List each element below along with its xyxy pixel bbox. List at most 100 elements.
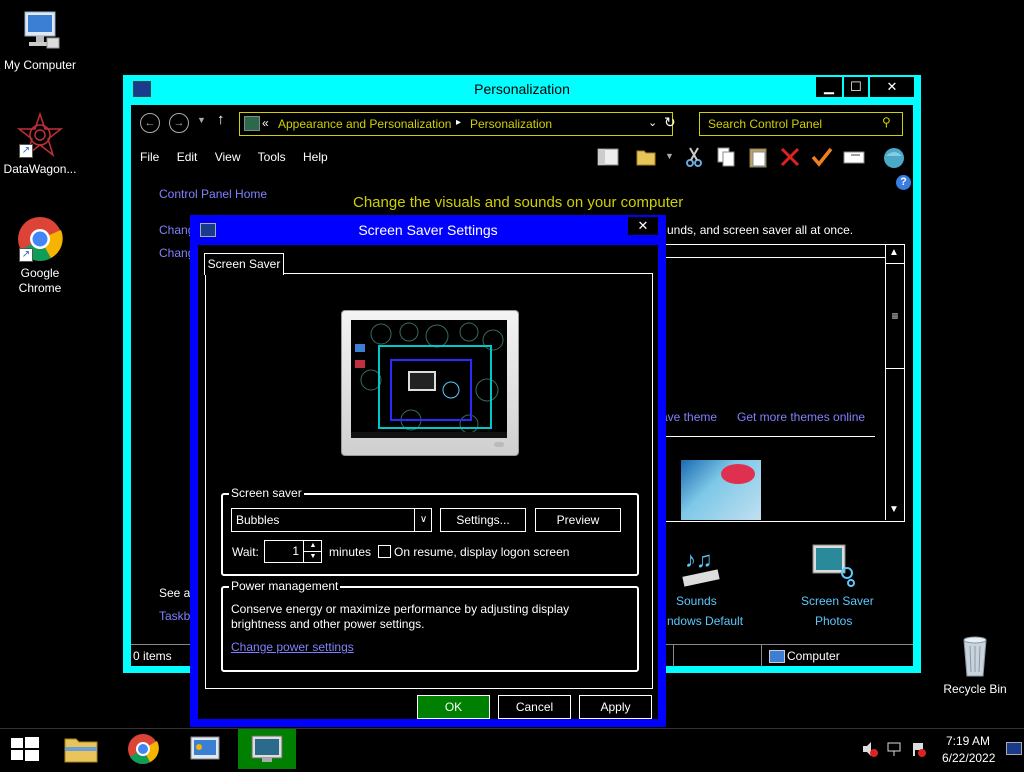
- menu-edit[interactable]: Edit: [177, 150, 198, 164]
- clock-date[interactable]: 6/22/2022: [942, 751, 995, 765]
- tab-screen-saver[interactable]: Screen Saver: [204, 253, 284, 275]
- sounds-item-subtitle: ndows Default: [667, 614, 744, 628]
- theme-list-separator: [661, 257, 885, 258]
- address-bar[interactable]: « Appearance and Personalization ▸ Perso…: [239, 112, 676, 136]
- control-panel-home-link[interactable]: Control Panel Home: [159, 187, 267, 201]
- breadcrumb-appearance[interactable]: Appearance and Personalization: [278, 117, 451, 131]
- recent-pages-dropdown[interactable]: ▼: [197, 115, 206, 125]
- breadcrumb-personalization[interactable]: Personalization: [470, 117, 552, 131]
- address-dropdown-icon[interactable]: ⌄: [648, 116, 657, 129]
- chrome-taskbar-button[interactable]: [114, 729, 172, 769]
- action-center-flag-icon[interactable]: [910, 741, 926, 757]
- tab-panel: Screen saver Bubbles ∨ Settings... Previ…: [205, 273, 653, 689]
- wait-label: Wait:: [232, 545, 259, 559]
- forward-button[interactable]: →: [169, 113, 189, 133]
- minimize-button[interactable]: ▁: [816, 77, 842, 97]
- cut-icon[interactable]: [683, 146, 705, 168]
- preview-button[interactable]: Preview: [535, 508, 621, 532]
- layout-icon[interactable]: [597, 146, 619, 168]
- scroll-down-icon[interactable]: ▼: [889, 504, 899, 515]
- taskbar-link[interactable]: Taskb: [159, 609, 190, 623]
- shortcut-arrow-icon: ↗: [19, 144, 33, 158]
- screen-saver-icon[interactable]: [809, 541, 857, 589]
- screen-saver-item-title[interactable]: Screen Saver: [801, 594, 874, 608]
- desktop-icon-datawagon[interactable]: ↗ DataWagon...: [0, 111, 80, 177]
- vertical-scrollbar[interactable]: ▲ ≡ ▼: [885, 245, 904, 520]
- start-button[interactable]: [0, 729, 58, 769]
- sounds-icon[interactable]: ♪♫: [681, 545, 725, 589]
- resume-checkbox[interactable]: [378, 545, 391, 558]
- control-panel-taskbar-button[interactable]: [176, 729, 234, 769]
- dialog-body: Screen Saver Screen saver Bubbles ∨ Sett…: [198, 245, 658, 719]
- properties-check-icon[interactable]: [811, 146, 833, 168]
- folder-view-icon[interactable]: [635, 146, 657, 168]
- desktop-icon-recycle-bin[interactable]: Recycle Bin: [935, 632, 1015, 697]
- power-group-label: Power management: [229, 579, 341, 593]
- desktop-icon-google-chrome[interactable]: ↗ Google Chrome: [0, 216, 80, 296]
- cancel-button[interactable]: Cancel: [498, 695, 571, 719]
- scroll-up-icon[interactable]: ▲: [889, 247, 899, 258]
- volume-muted-icon[interactable]: [862, 741, 878, 757]
- wait-value[interactable]: 1: [292, 544, 299, 558]
- help-icon[interactable]: ?: [896, 175, 911, 190]
- stepper-down-icon[interactable]: ▼: [303, 552, 322, 562]
- up-button[interactable]: ↑: [217, 111, 225, 128]
- search-box[interactable]: Search Control Panel ⚲: [699, 112, 903, 136]
- back-button[interactable]: ←: [140, 113, 160, 133]
- rename-icon[interactable]: [843, 146, 865, 168]
- theme-list: ave theme Get more themes online ▲ ≡ ▼: [661, 244, 905, 522]
- status-computer-icon: [769, 650, 785, 663]
- page-subheading: unds, and screen saver all at once.: [667, 223, 854, 237]
- view-dropdown-icon[interactable]: ▼: [665, 151, 674, 161]
- search-input[interactable]: Search Control Panel: [708, 117, 822, 131]
- ok-button[interactable]: OK: [417, 695, 490, 719]
- menu-file[interactable]: File: [140, 150, 159, 164]
- paste-icon[interactable]: [747, 146, 769, 168]
- see-also-label: See al: [159, 586, 194, 600]
- globe-icon[interactable]: [883, 146, 905, 168]
- stepper-up-icon[interactable]: ▲: [303, 541, 322, 552]
- sounds-item-title[interactable]: Sounds: [676, 594, 717, 608]
- settings-button[interactable]: Settings...: [440, 508, 526, 532]
- refresh-icon[interactable]: ↻: [664, 114, 676, 131]
- status-items-count: 0 items: [133, 649, 172, 663]
- screen-saver-group: Screen saver Bubbles ∨ Settings... Previ…: [221, 486, 639, 576]
- theme-thumbnail-flower: [721, 464, 755, 484]
- dialog-title: Screen Saver Settings: [358, 222, 498, 238]
- apply-button[interactable]: Apply: [579, 695, 652, 719]
- power-management-group: Power management Conserve energy or maxi…: [221, 579, 639, 672]
- folder-icon: [64, 738, 98, 763]
- clock-time[interactable]: 7:19 AM: [946, 734, 990, 748]
- wait-stepper[interactable]: 1 ▲ ▼: [264, 540, 322, 563]
- chrome-icon: ↗: [17, 216, 63, 262]
- network-icon[interactable]: [886, 741, 902, 757]
- menu-view[interactable]: View: [215, 150, 241, 164]
- scroll-thumb[interactable]: ≡: [886, 263, 904, 369]
- desktop-icon-label: DataWagon...: [3, 162, 77, 176]
- search-icon[interactable]: ⚲: [882, 115, 891, 129]
- windows-logo-icon: [11, 737, 39, 761]
- show-desktop-icon[interactable]: [1006, 742, 1022, 755]
- file-explorer-taskbar-button[interactable]: [52, 729, 110, 769]
- recycle-bin-icon: [952, 632, 998, 678]
- control-panel-icon: [190, 736, 220, 760]
- chevron-down-icon[interactable]: ∨: [414, 509, 432, 531]
- delete-icon[interactable]: [779, 146, 801, 168]
- control-panel-icon: [244, 116, 260, 131]
- page-heading: Change the visuals and sounds on your co…: [353, 194, 684, 211]
- monitor-preview: [341, 310, 519, 456]
- screen-saver-select[interactable]: Bubbles ∨: [231, 508, 432, 532]
- close-button[interactable]: ✕: [870, 77, 914, 97]
- personalization-taskbar-button[interactable]: [238, 729, 296, 769]
- dialog-close-button[interactable]: ✕: [628, 217, 658, 235]
- get-more-themes-link[interactable]: Get more themes online: [737, 410, 865, 424]
- save-theme-link[interactable]: ave theme: [661, 410, 717, 424]
- menu-tools[interactable]: Tools: [258, 150, 286, 164]
- change-power-settings-link[interactable]: Change power settings: [231, 640, 354, 654]
- menu-help[interactable]: Help: [303, 150, 328, 164]
- maximize-button[interactable]: ☐: [844, 77, 868, 97]
- resume-checkbox-label[interactable]: On resume, display logon screen: [394, 545, 569, 559]
- menu-bar: File Edit View Tools Help: [140, 150, 342, 164]
- desktop-icon-my-computer[interactable]: My Computer: [0, 8, 80, 73]
- copy-icon[interactable]: [715, 146, 737, 168]
